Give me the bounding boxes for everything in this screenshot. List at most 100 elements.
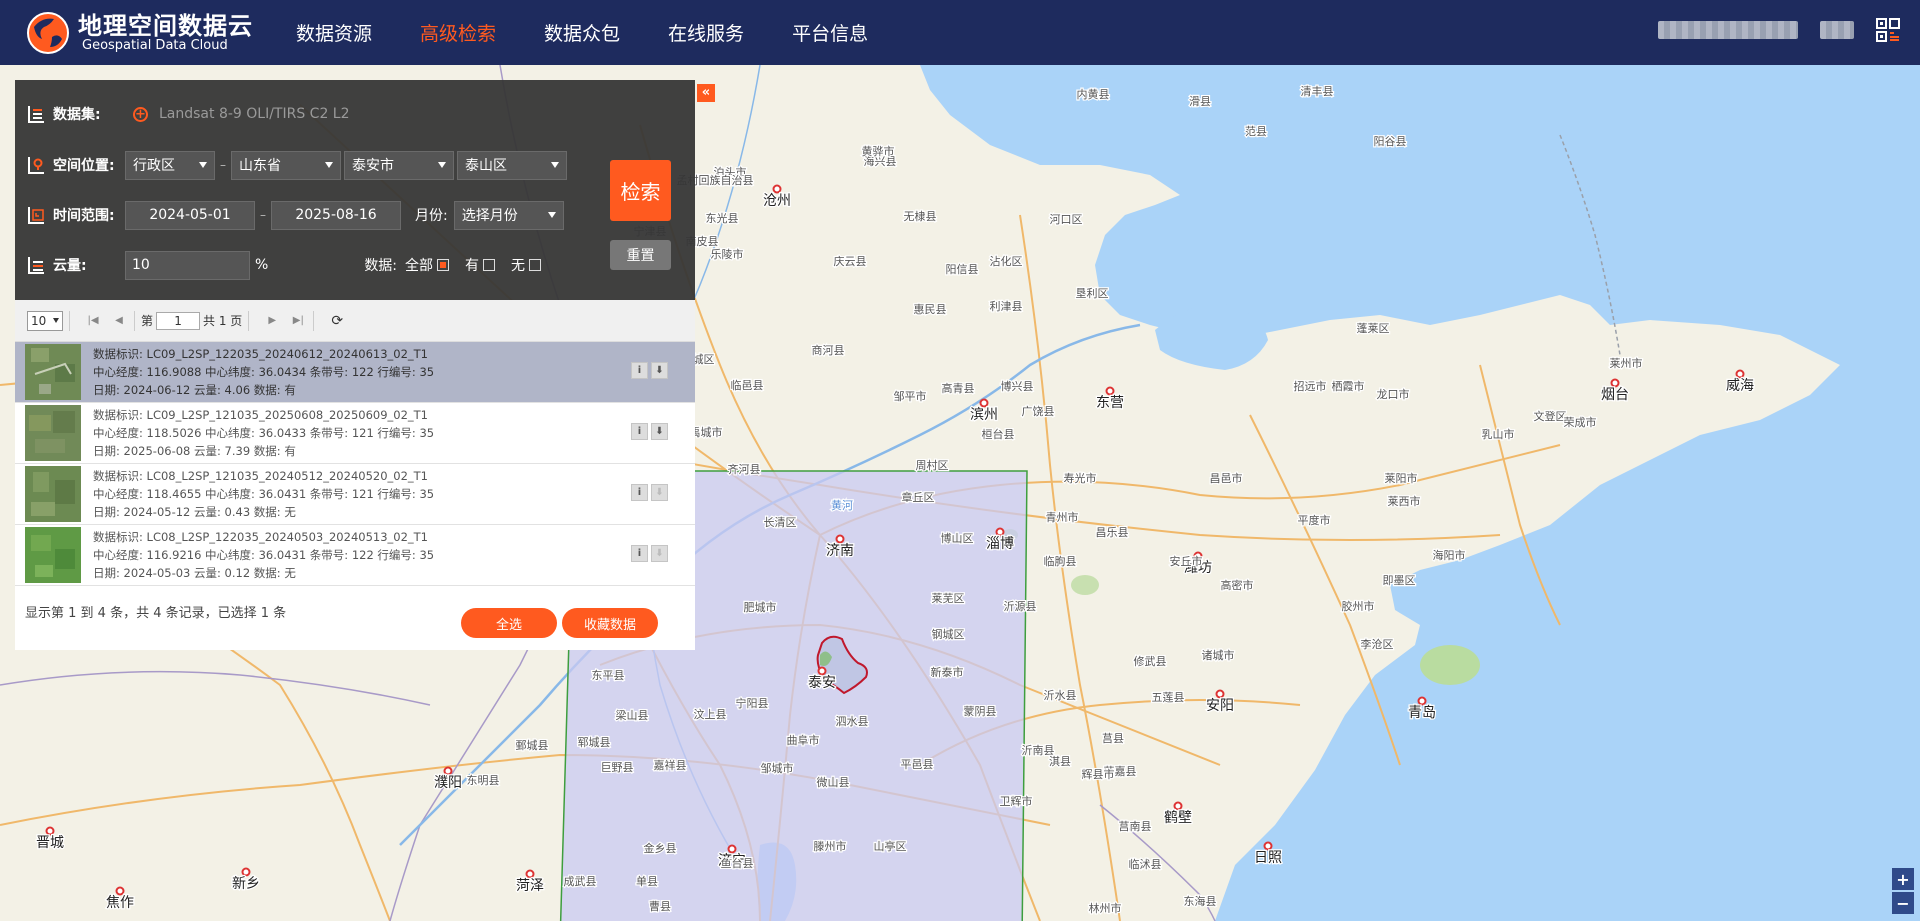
map-place-label: 博兴县 [1001, 380, 1034, 393]
cloud-input[interactable]: 10 [125, 250, 250, 280]
nav-online-services[interactable]: 在线服务 [668, 19, 744, 46]
month-value: 选择月份 [461, 208, 518, 224]
map-place-label: 临沭县 [1129, 857, 1162, 871]
result-item[interactable]: 数据标识: LC08_L2SP_122035_20240503_20240513… [15, 525, 695, 586]
zoom-out-button[interactable]: − [1892, 892, 1914, 914]
info-icon[interactable]: i [631, 484, 648, 501]
next-page-icon[interactable]: ▶ [263, 312, 281, 330]
data-filter-label: 数据: [364, 258, 398, 274]
map-place-label: 淄博 [986, 535, 1014, 552]
city-marker [1417, 696, 1427, 706]
prev-page-icon[interactable]: ◀ [110, 312, 128, 330]
city-marker [772, 184, 782, 194]
map-place-label: 惠民县 [914, 302, 947, 316]
map-place-label: 新泰市 [931, 665, 964, 679]
filter-yes-label: 有 [465, 258, 480, 274]
map-place-label: 莒南县 [1119, 820, 1152, 833]
user-menu-redacted[interactable] [1820, 21, 1854, 39]
search-button[interactable]: 检索 [610, 160, 671, 221]
scene-thumbnail[interactable] [25, 405, 81, 461]
map-place-label: 栖霞市 [1332, 379, 1365, 393]
logo[interactable]: 地理空间数据云 Geospatial Data Cloud [24, 9, 254, 57]
result-id: LC09_L2SP_121035_20250608_20250609_02_T1 [146, 408, 429, 422]
map-green-area [1071, 575, 1099, 595]
result-coords: 中心经度: 118.4655 中心纬度: 36.0431 条带号: 121 行编… [93, 487, 435, 501]
cloud-icon [27, 256, 45, 274]
map-place-label: 清丰县 [1301, 85, 1334, 98]
map-place-label: 莱阳市 [1385, 471, 1418, 485]
time-row: 时间范围: 2024-05-01 – 2025-08-16 月份: 选择月份 [27, 200, 564, 230]
result-item[interactable]: 数据标识: LC09_L2SP_122035_20240612_20240613… [15, 342, 695, 403]
city-marker [241, 867, 251, 877]
map-place-label: 金乡县 [644, 841, 677, 855]
nav-data-resources[interactable]: 数据资源 [296, 19, 372, 46]
district-select[interactable]: 泰山区 [457, 150, 567, 180]
cloud-label: 云量: [53, 258, 87, 274]
result-item[interactable]: 数据标识: LC08_L2SP_121035_20240512_20240520… [15, 464, 695, 525]
dataset-label: 数据集: [53, 107, 101, 123]
first-page-icon[interactable]: |◀ [84, 312, 102, 330]
map-place-label: 范县 [1245, 124, 1267, 138]
map-place-label: 郓城县 [578, 736, 611, 749]
map-place-label: 内黄县 [1077, 87, 1110, 101]
filter-all-checkbox[interactable] [437, 259, 450, 271]
select-all-button[interactable]: 全选 [461, 608, 557, 638]
month-select[interactable]: 选择月份 [453, 200, 564, 230]
map-place-label: 曲阜市 [787, 733, 820, 747]
nav-platform-info[interactable]: 平台信息 [792, 19, 868, 46]
map-place-label: 泗水县 [836, 715, 869, 728]
nav-crowdsourcing[interactable]: 数据众包 [544, 19, 620, 46]
map-place-label: 龙口市 [1377, 387, 1410, 401]
page-size-select[interactable]: 10 [27, 310, 63, 331]
map-place-label: 临朐县 [1044, 554, 1077, 568]
map-place-label: 沾化区 [990, 254, 1023, 268]
zoom-in-button[interactable]: + [1892, 868, 1914, 890]
city-marker [1173, 801, 1183, 811]
nav-advanced-search[interactable]: 高级检索 [420, 19, 496, 46]
scene-thumbnail[interactable] [25, 344, 81, 400]
page-prefix: 第 [141, 314, 154, 328]
info-icon[interactable]: i [631, 362, 648, 379]
favorite-data-button[interactable]: 收藏数据 [562, 608, 658, 638]
result-id-label: 数据标识: [93, 469, 143, 483]
qr-code-icon[interactable] [1876, 18, 1900, 42]
download-icon[interactable]: ⬇ [651, 423, 668, 440]
map-place-label: 东海县 [1184, 894, 1217, 908]
scene-thumbnail[interactable] [25, 466, 81, 522]
refresh-icon[interactable]: ⟳ [328, 312, 346, 330]
chevron-down-icon [325, 162, 333, 168]
date-to-input[interactable]: 2025-08-16 [271, 200, 401, 230]
map-place-label: 垦利区 [1076, 287, 1109, 300]
map-place-label: 汶上县 [694, 707, 727, 721]
map-place-label: 昌乐县 [1096, 526, 1129, 539]
map-place-label: 文登区 [1534, 409, 1567, 423]
date-from-input[interactable]: 2024-05-01 [125, 200, 255, 230]
reset-button[interactable]: 重置 [610, 240, 671, 270]
info-icon[interactable]: i [631, 423, 648, 440]
filter-no-checkbox[interactable] [529, 259, 542, 271]
province-select[interactable]: 山东省 [231, 150, 341, 180]
download-icon[interactable]: ⬇ [651, 362, 668, 379]
city-marker [995, 527, 1005, 537]
dataset-icon [27, 105, 45, 123]
page-number-input[interactable]: 1 [156, 311, 201, 330]
add-dataset-icon[interactable]: + [133, 106, 148, 122]
dataset-value[interactable]: Landsat 8-9 OLI/TIRS C2 L2 [159, 106, 350, 122]
location-type-select[interactable]: 行政区 [125, 150, 215, 180]
map-place-label: 河口区 [1050, 213, 1083, 226]
city-marker [835, 534, 845, 544]
collapse-panel-button[interactable]: « [697, 84, 715, 102]
filter-yes-checkbox[interactable] [483, 259, 496, 271]
map-place-label: 卫辉市 [1000, 794, 1033, 808]
map-place-label: 微山县 [817, 775, 850, 789]
user-name-redacted[interactable] [1658, 21, 1798, 39]
result-item[interactable]: 数据标识: LC09_L2SP_121035_20250608_20250609… [15, 403, 695, 464]
map-place-label: 沂水县 [1044, 689, 1077, 702]
last-page-icon[interactable]: ▶| [289, 312, 307, 330]
map-place-label: 临邑县 [731, 378, 764, 392]
city-select[interactable]: 泰安市 [344, 150, 454, 180]
result-id: LC09_L2SP_122035_20240612_20240613_02_T1 [146, 347, 429, 361]
scene-thumbnail[interactable] [25, 527, 81, 583]
map-place-label: 荣成市 [1564, 415, 1597, 429]
info-icon[interactable]: i [631, 545, 648, 562]
